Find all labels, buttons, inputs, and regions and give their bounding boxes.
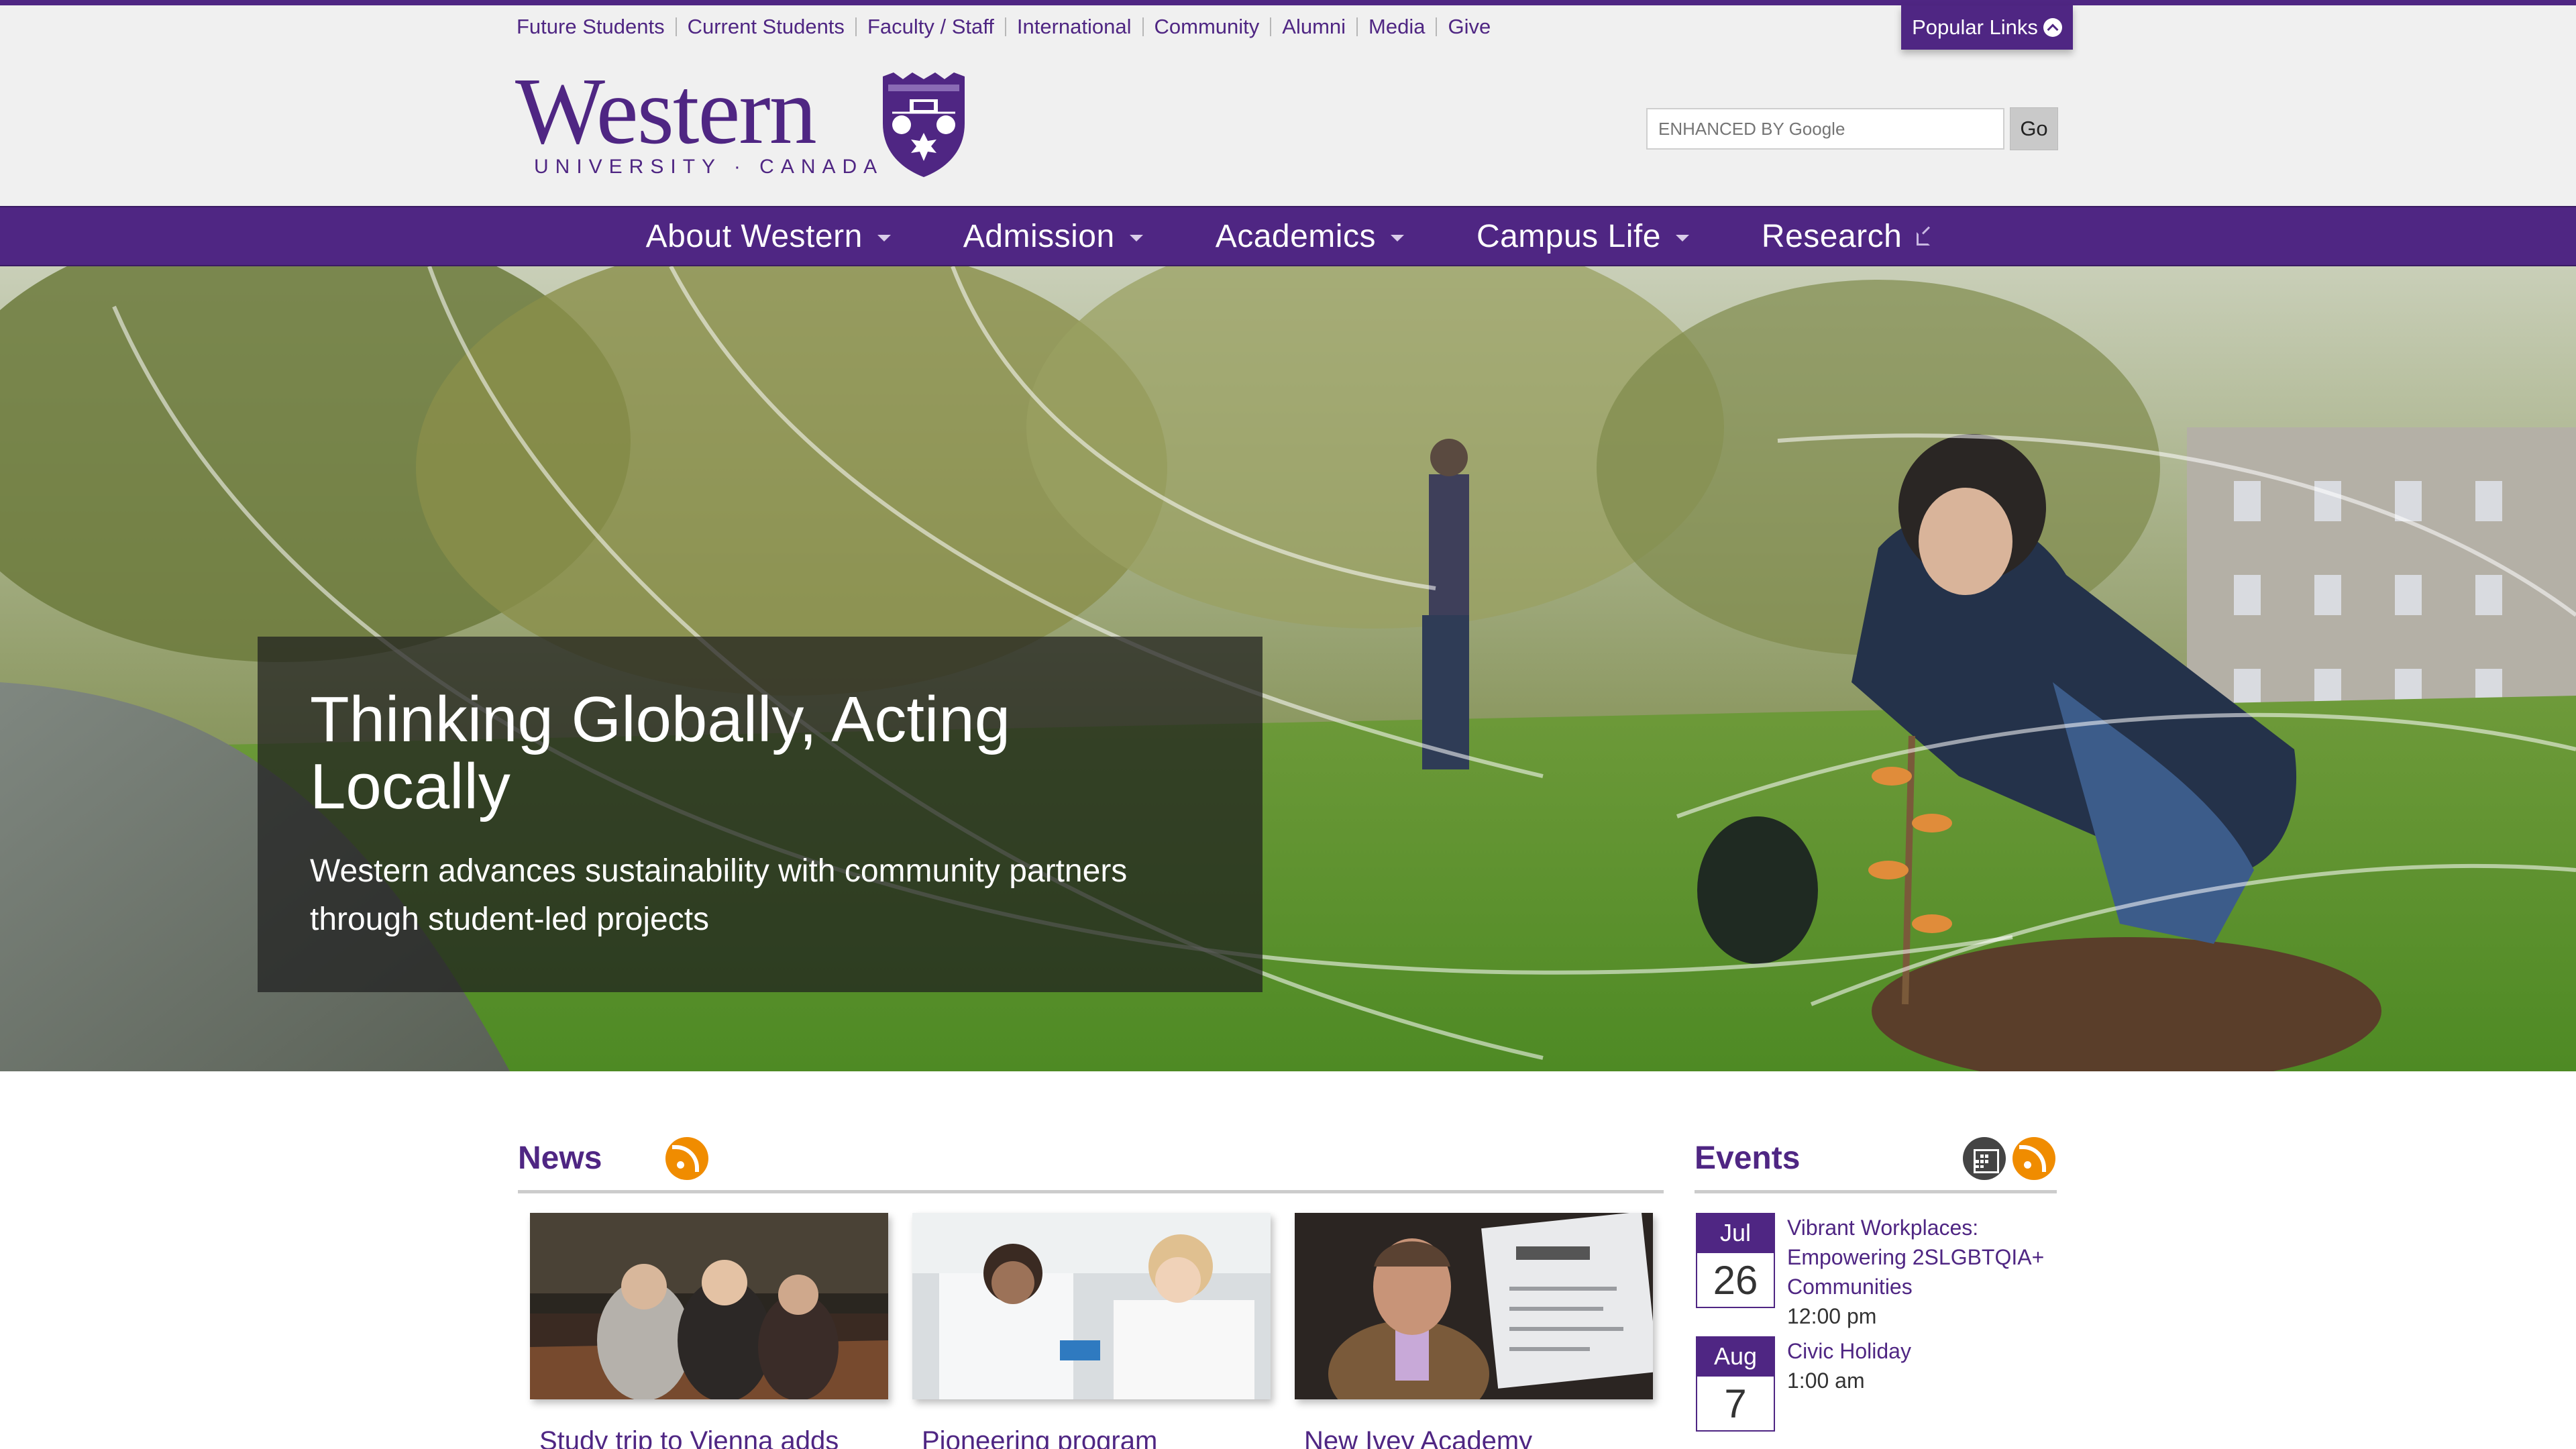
nav-item-admission[interactable]: Admission [963,218,1143,255]
utility-link-community[interactable]: Community [1155,15,1260,39]
divider [1270,17,1272,36]
news-card[interactable]: Study trip to Vienna adds [530,1213,888,1449]
caret-down-icon [1129,235,1143,241]
news-image[interactable] [912,1213,1271,1399]
divider [1356,17,1358,36]
hero-title[interactable]: Thinking Globally, Acting Locally [310,686,1102,820]
popular-links-button[interactable]: Popular Links [1901,5,2073,50]
rss-icon[interactable] [2012,1137,2055,1180]
event-date: Jul 26 [1696,1213,1775,1329]
events-header: Events [1695,1137,2057,1193]
news-image[interactable] [1295,1213,1653,1399]
news-card[interactable]: New Ivey Academy [1295,1213,1653,1449]
nav-item-about-western[interactable]: About Western [646,218,891,255]
event-title[interactable]: Vibrant Workplaces: Empowering 2SLGBTQIA… [1787,1213,2055,1301]
nav-label: Academics [1215,218,1376,254]
chevron-up-icon [2043,18,2062,37]
rss-icon[interactable] [665,1137,708,1180]
nav-item-academics[interactable]: Academics [1216,218,1404,255]
event-body: Civic Holiday 1:00 am [1787,1336,2055,1432]
crest-icon [883,72,965,177]
event-time: 1:00 am [1787,1368,1865,1393]
utility-link-current-students[interactable]: Current Students [688,15,845,39]
event-title[interactable]: Civic Holiday [1787,1336,2055,1366]
news-list: Study trip to Vienna adds Pioneering pro… [530,1213,1653,1449]
event-day: 7 [1696,1377,1775,1432]
utility-link-future-students[interactable]: Future Students [517,15,665,39]
calendar-icon[interactable] [1963,1137,2006,1180]
site-search: Go [1646,107,2058,150]
hero-caption: Thinking Globally, Acting Locally Wester… [258,637,1263,992]
event-month: Aug [1696,1336,1775,1377]
popular-links-label: Popular Links [1912,15,2038,39]
search-go-button[interactable]: Go [2010,107,2058,150]
divider [1142,17,1144,36]
external-link-icon [1917,232,1931,246]
news-header: News [518,1137,1664,1193]
divider [855,17,857,36]
utility-link-faculty-staff[interactable]: Faculty / Staff [867,15,994,39]
event-date: Aug 7 [1696,1336,1775,1432]
nav-item-research[interactable]: Research [1761,218,1931,255]
news-image[interactable] [530,1213,888,1399]
nav-label: Admission [963,218,1115,254]
main-nav: About Western Admission Academics Campus… [0,206,2576,266]
search-input[interactable] [1646,108,2004,150]
event-item: Jul 26 Vibrant Workplaces: Empowering 2S… [1696,1213,2055,1329]
news-title[interactable]: News [518,1140,602,1177]
nav-label: Research [1761,218,1902,254]
divider [1436,17,1438,36]
hero-subtitle: Western advances sustainability with com… [310,853,1128,937]
nav-label: Campus Life [1476,218,1661,254]
event-time: 12:00 pm [1787,1304,1877,1329]
news-card-title[interactable]: Study trip to Vienna adds [539,1425,888,1449]
utility-nav: Future Students Current Students Faculty… [517,15,1491,39]
utility-link-give[interactable]: Give [1448,15,1491,39]
news-card[interactable]: Pioneering program [912,1213,1271,1449]
caret-down-icon [1675,235,1689,241]
event-month: Jul [1696,1213,1775,1253]
logo-wordmark: Western [515,58,817,164]
utility-link-international[interactable]: International [1017,15,1132,39]
hero-banner[interactable]: Thinking Globally, Acting Locally Wester… [0,266,2576,1071]
events-title[interactable]: Events [1695,1140,1800,1177]
event-body: Vibrant Workplaces: Empowering 2SLGBTQIA… [1787,1213,2055,1329]
western-logo[interactable]: Western UNIVERSITY · CANADA [515,63,971,182]
divider [675,17,677,36]
logo-subtitle: UNIVERSITY · CANADA [534,156,884,178]
utility-link-media[interactable]: Media [1368,15,1425,39]
caret-down-icon [877,235,891,241]
nav-item-campus-life[interactable]: Campus Life [1477,218,1689,255]
event-day: 26 [1696,1253,1775,1308]
news-card-title[interactable]: Pioneering program [922,1425,1271,1449]
nav-label: About Western [645,218,863,254]
divider [1004,17,1006,36]
caret-down-icon [1390,235,1404,241]
event-item: Aug 7 Civic Holiday 1:00 am [1696,1336,2055,1432]
utility-link-alumni[interactable]: Alumni [1282,15,1346,39]
news-card-title[interactable]: New Ivey Academy [1304,1425,1653,1449]
